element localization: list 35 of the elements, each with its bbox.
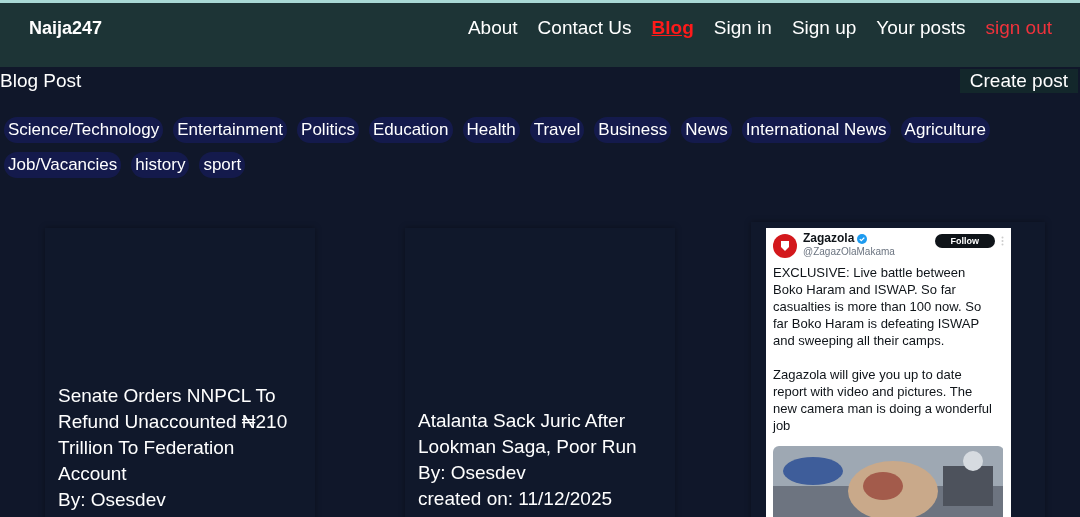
nav-link[interactable]: Sign in: [713, 16, 772, 40]
category-tag[interactable]: Job/Vacancies: [4, 152, 122, 178]
post-author: By: Osesdev: [418, 461, 527, 485]
category-tag[interactable]: Travel: [529, 117, 585, 143]
nav-link[interactable]: About: [467, 16, 518, 40]
category-tag[interactable]: history: [131, 152, 190, 178]
category-tag[interactable]: Agriculture: [900, 117, 990, 143]
category-tag[interactable]: International News: [741, 117, 891, 143]
category-tag[interactable]: Education: [368, 117, 453, 143]
category-tag[interactable]: Business: [594, 117, 672, 143]
category-tag[interactable]: Science/Technology: [4, 117, 164, 143]
post-card[interactable]: Atalanta Sack Juric After Lookman Saga, Poor Run By: Osesdev created on: 11/12/2025: [405, 228, 675, 517]
brand-logo[interactable]: Naija247: [29, 17, 103, 39]
post-card[interactable]: Senate Orders NNPCL To Refund Unaccounted ₦210 Trillion To Federation Account By: Osesdev: [45, 228, 315, 517]
nav-link[interactable]: Your posts: [876, 16, 966, 40]
nav-link[interactable]: Sign up: [791, 16, 857, 40]
category-tag[interactable]: sport: [199, 152, 246, 178]
tweet-text: Zagazola will give you up to date report with video and pictures. The new camera man is doing a wonderful job: [773, 366, 993, 434]
category-tag[interactable]: Politics: [297, 117, 359, 143]
post-title[interactable]: Atalanta Sack Juric After Lookman Saga, Poor Run: [418, 408, 662, 460]
account-name: Zagazola: [803, 232, 855, 245]
post-date: created on: 11/12/2025: [418, 487, 614, 511]
account-handle: @ZagazOlaMakama: [803, 245, 895, 258]
follow-button[interactable]: Follow: [934, 234, 995, 248]
tweet-text: EXCLUSIVE: Live battle between Boko Haram and ISWAP. So far casualties is more than 100 now. So far Boko Haram is defeating ISWAP and sweeping all their camps.: [773, 264, 983, 349]
post-card[interactable]: [751, 222, 1045, 517]
category-tag[interactable]: Health: [462, 117, 520, 143]
avatar-icon: [773, 234, 797, 258]
create-post-button[interactable]: Create post: [959, 69, 1078, 93]
category-tag[interactable]: News: [681, 117, 732, 143]
post-author: By: Osesdev: [58, 488, 167, 512]
page-heading: Blog Post: [0, 69, 82, 93]
post-title[interactable]: Senate Orders NNPCL To Refund Unaccounted ₦210 Trillion To Federation Account: [58, 383, 302, 487]
category-tag[interactable]: Entertainment: [173, 117, 288, 143]
nav-link[interactable]: Contact Us: [537, 16, 632, 40]
